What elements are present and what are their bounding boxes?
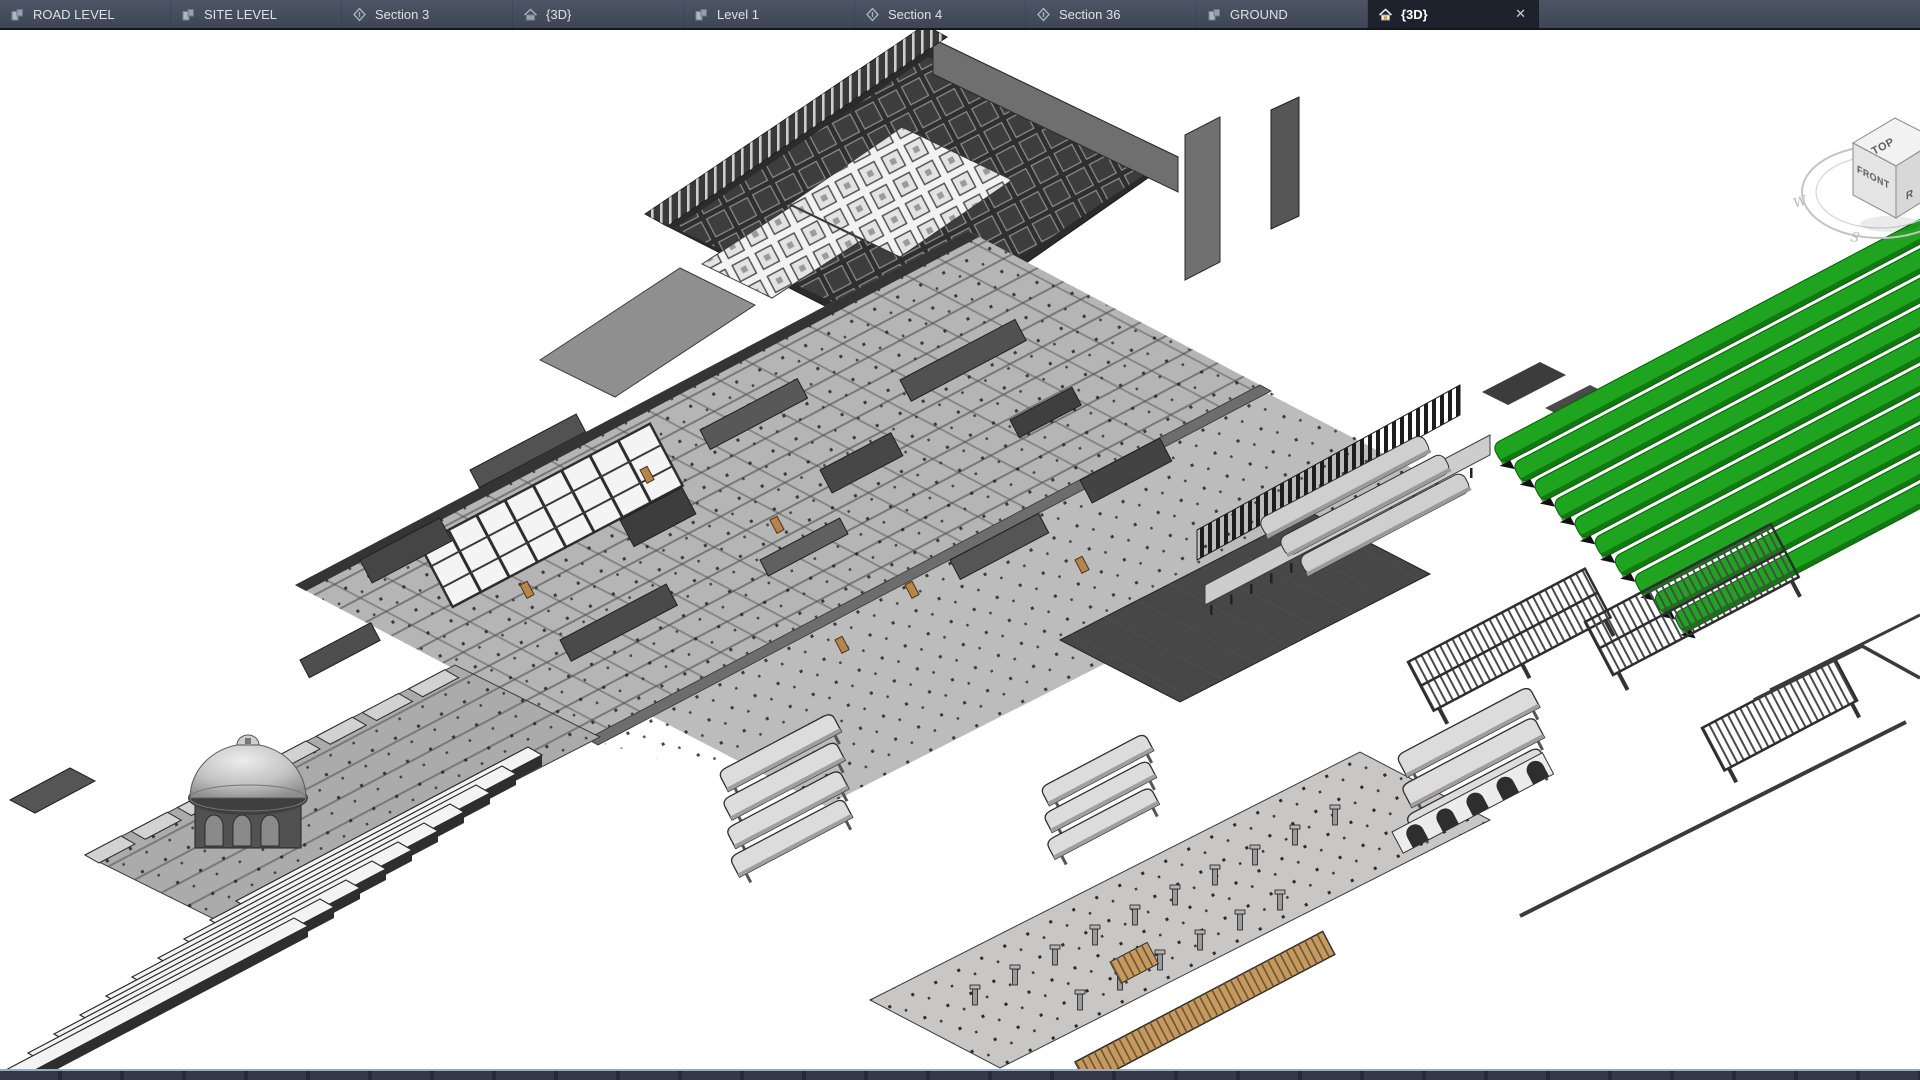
tab-label: Section 36 (1059, 7, 1120, 22)
view-tab-3d-active[interactable]: {3D} ✕ (1368, 0, 1539, 28)
section-marker-icon (865, 7, 880, 22)
tab-label: Section 3 (375, 7, 429, 22)
view-tab-level-1[interactable]: Level 1 (684, 0, 855, 28)
boundary-fence-lines (1520, 615, 1920, 916)
compass-south[interactable]: S (1849, 230, 1860, 246)
view-tab-3d-1[interactable]: {3D} (513, 0, 684, 28)
floor-plan-icon (10, 7, 25, 22)
view-tab-bar: ROAD LEVEL SITE LEVEL Section 3 {3D} Lev… (0, 0, 1920, 30)
floor-plan-icon (694, 7, 709, 22)
viewcube[interactable]: W S TOP FRONT R (1792, 118, 1920, 246)
close-tab-icon[interactable]: ✕ (1513, 6, 1528, 22)
tab-label: SITE LEVEL (204, 7, 277, 22)
floor-plan-icon (181, 7, 196, 22)
view-tab-section-4[interactable]: Section 4 (855, 0, 1026, 28)
view-tab-section-3[interactable]: Section 3 (342, 0, 513, 28)
view-tab-road-level[interactable]: ROAD LEVEL (0, 0, 171, 28)
view-tab-site-level[interactable]: SITE LEVEL (171, 0, 342, 28)
tab-label: {3D} (546, 7, 571, 22)
barrel-canopies (691, 686, 1571, 886)
tab-label: GROUND (1230, 7, 1288, 22)
home-3d-icon (1378, 7, 1393, 22)
3d-viewport[interactable]: W S TOP FRONT R (0, 0, 1920, 1080)
section-marker-icon (352, 7, 367, 22)
tab-label: {3D} (1401, 7, 1428, 22)
view-tab-section-36[interactable]: Section 36 (1026, 0, 1197, 28)
tab-label: Section 4 (888, 7, 942, 22)
tab-label: ROAD LEVEL (33, 7, 115, 22)
tab-label: Level 1 (717, 7, 759, 22)
view-tab-ground[interactable]: GROUND (1197, 0, 1368, 28)
floor-plan-icon (1207, 7, 1222, 22)
bottom-taskbar-edge (0, 1069, 1920, 1080)
home-3d-icon (523, 7, 538, 22)
section-marker-icon (1036, 7, 1051, 22)
